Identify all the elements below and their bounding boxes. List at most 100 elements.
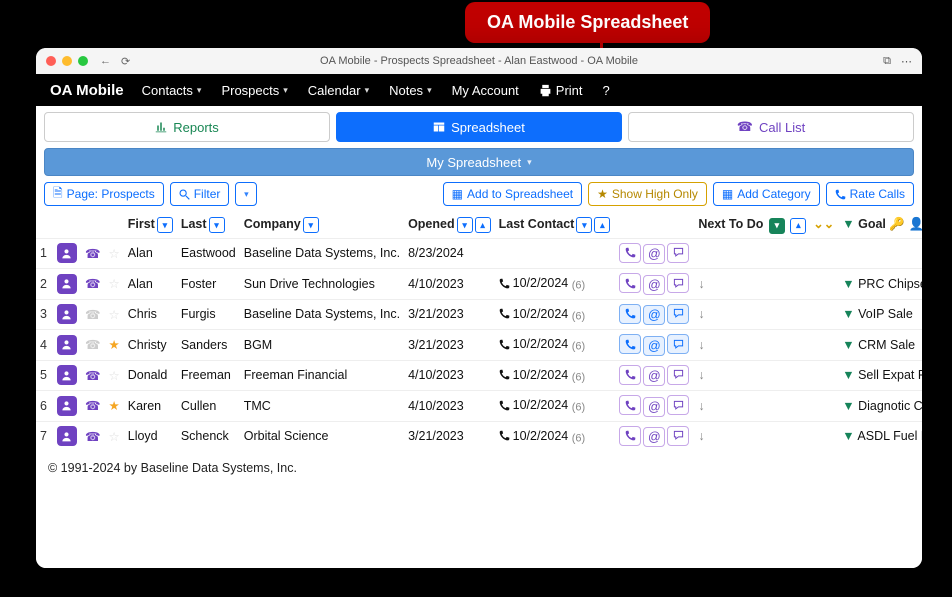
- action-email[interactable]: @: [643, 305, 665, 325]
- menu-contacts[interactable]: Contacts▾: [134, 79, 210, 102]
- page-button[interactable]: 🗎 Page: Prospects: [44, 182, 164, 206]
- action-chat[interactable]: [667, 426, 689, 446]
- phone-icon: [835, 189, 846, 200]
- my-spreadsheet-label: My Spreadsheet: [426, 155, 521, 170]
- sort-lc-u[interactable]: ▴: [594, 217, 610, 233]
- person-icon[interactable]: [57, 396, 77, 416]
- tab-spreadsheet[interactable]: Spreadsheet: [336, 112, 622, 142]
- add-to-spreadsheet-button[interactable]: ▦ Add to Spreadsheet: [443, 182, 582, 206]
- tab-reports[interactable]: Reports: [44, 112, 330, 142]
- person-icon[interactable]: [57, 243, 77, 263]
- action-email[interactable]: @: [643, 397, 665, 417]
- cell-company: TMC: [240, 391, 404, 422]
- person-icon[interactable]: [57, 304, 77, 324]
- expand-all-icon[interactable]: ⌄⌄: [813, 217, 834, 231]
- sort-next-u[interactable]: ▴: [790, 218, 806, 234]
- star-icon[interactable]: ☆: [109, 369, 120, 383]
- action-call[interactable]: [619, 273, 641, 293]
- table-row[interactable]: 4☎★ChristySandersBGM3/21/2023 10/2/2024 …: [36, 330, 922, 361]
- action-email[interactable]: @: [643, 336, 665, 356]
- action-email[interactable]: @: [643, 427, 665, 447]
- action-call[interactable]: [619, 426, 641, 446]
- tab-call-list[interactable]: ☎ Call List: [628, 112, 914, 142]
- sort-opened-u[interactable]: ▴: [475, 217, 491, 233]
- star-icon[interactable]: ★: [109, 399, 120, 413]
- menu-calendar[interactable]: Calendar▾: [300, 79, 377, 102]
- person-icon[interactable]: [57, 426, 77, 446]
- filter-button[interactable]: Filter: [170, 182, 230, 206]
- table-row[interactable]: 6☎★KarenCullenTMC4/10/2023 10/2/2024 (6)…: [36, 391, 922, 422]
- star-icon[interactable]: ☆: [109, 430, 120, 444]
- show-high-only-button[interactable]: ★ Show High Only: [588, 182, 707, 206]
- extension-icon[interactable]: ⧉: [883, 55, 891, 68]
- my-spreadsheet-dropdown[interactable]: My Spreadsheet ▾: [44, 148, 914, 176]
- menu-[interactable]: ?: [595, 79, 618, 102]
- action-email[interactable]: @: [643, 244, 665, 264]
- star-icon[interactable]: ☆: [109, 277, 120, 291]
- action-chat[interactable]: [667, 395, 689, 415]
- cell-opened: 8/23/2024: [404, 238, 495, 269]
- col-company: Company: [244, 217, 301, 231]
- table-icon: ▦: [452, 187, 463, 201]
- menu-myaccount[interactable]: My Account: [444, 79, 527, 102]
- action-chat[interactable]: [667, 334, 689, 354]
- cell-goal: ▼ Diagnotic Chipset Sales: [838, 391, 922, 422]
- action-call[interactable]: [619, 365, 641, 385]
- cell-opened: 4/10/2023: [404, 269, 495, 300]
- menu-print[interactable]: Print: [531, 79, 591, 102]
- action-chat[interactable]: [667, 243, 689, 263]
- close-window-button[interactable]: [46, 56, 56, 66]
- table-row[interactable]: 1☎☆AlanEastwoodBaseline Data Systems, In…: [36, 238, 922, 269]
- cell-opened: 4/10/2023: [404, 360, 495, 391]
- star-icon[interactable]: ☆: [109, 308, 120, 322]
- zoom-window-button[interactable]: [78, 56, 88, 66]
- phone-icon[interactable]: ☎: [85, 277, 101, 291]
- callout-label: OA Mobile Spreadsheet: [465, 2, 710, 43]
- action-email[interactable]: @: [643, 366, 665, 386]
- more-icon[interactable]: ⋯: [901, 55, 912, 68]
- phone-icon[interactable]: ☎: [85, 247, 101, 261]
- cell-last-contact: 10/2/2024 (6): [495, 330, 615, 361]
- table-row[interactable]: 3☎☆ChrisFurgisBaseline Data Systems, Inc…: [36, 299, 922, 330]
- cell-company: BGM: [240, 330, 404, 361]
- phone-icon[interactable]: ☎: [85, 430, 101, 444]
- star-icon[interactable]: ★: [109, 338, 120, 352]
- rate-calls-button[interactable]: Rate Calls: [826, 182, 914, 206]
- add-person-icon[interactable]: 👤⁺: [908, 217, 922, 231]
- back-button[interactable]: ←: [100, 55, 111, 68]
- person-icon[interactable]: [57, 335, 77, 355]
- sort-company[interactable]: ▾: [303, 217, 319, 233]
- action-chat[interactable]: [667, 273, 689, 293]
- sort-next-d[interactable]: ▾: [769, 218, 785, 234]
- table-row[interactable]: 5☎☆DonaldFreemanFreeman Financial4/10/20…: [36, 360, 922, 391]
- add-category-button[interactable]: ▦ Add Category: [713, 182, 820, 206]
- star-icon[interactable]: ☆: [109, 247, 120, 261]
- action-chat[interactable]: [667, 365, 689, 385]
- table-row[interactable]: 7☎☆LloydSchenckOrbital Science3/21/2023 …: [36, 421, 922, 451]
- sort-lc-d[interactable]: ▾: [576, 217, 592, 233]
- action-chat[interactable]: [667, 304, 689, 324]
- sort-opened-d[interactable]: ▾: [457, 217, 473, 233]
- person-icon[interactable]: [57, 365, 77, 385]
- action-call[interactable]: [619, 304, 641, 324]
- action-call[interactable]: [619, 334, 641, 354]
- sort-last[interactable]: ▾: [209, 217, 225, 233]
- cell-first: Karen: [124, 391, 177, 422]
- filter-dropdown-button[interactable]: ▾: [235, 182, 257, 206]
- reload-button[interactable]: ⟳: [121, 55, 130, 68]
- table-row[interactable]: 2☎☆AlanFosterSun Drive Technologies4/10/…: [36, 269, 922, 300]
- person-icon[interactable]: [57, 274, 77, 294]
- phone-icon[interactable]: ☎: [85, 399, 101, 413]
- funnel-icon: ▼: [842, 217, 854, 231]
- menu-prospects[interactable]: Prospects▾: [213, 79, 295, 102]
- action-call[interactable]: [619, 243, 641, 263]
- phone-icon[interactable]: ☎: [85, 369, 101, 383]
- cell-goal: ▼ PRC Chipset Sales: [838, 269, 922, 300]
- main-menubar: OA Mobile Contacts▾Prospects▾Calendar▾No…: [36, 74, 922, 106]
- minimize-window-button[interactable]: [62, 56, 72, 66]
- menu-notes[interactable]: Notes▾: [381, 79, 440, 102]
- cell-first: Donald: [124, 360, 177, 391]
- action-call[interactable]: [619, 395, 641, 415]
- sort-first[interactable]: ▾: [157, 217, 173, 233]
- action-email[interactable]: @: [643, 275, 665, 295]
